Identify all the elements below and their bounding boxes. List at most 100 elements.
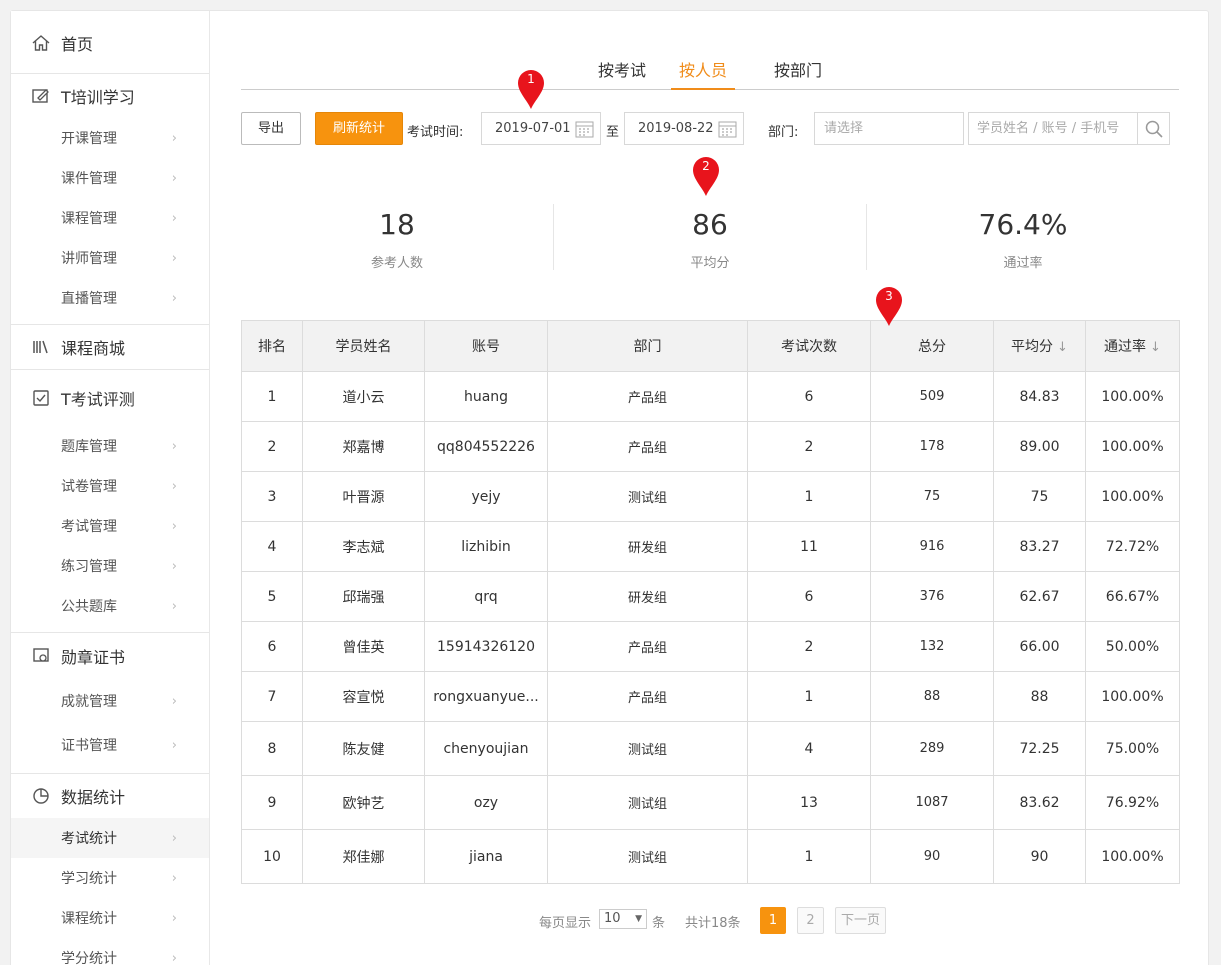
cell-total-score: 289	[870, 721, 994, 776]
column-header-rank: 排名	[241, 320, 303, 372]
cell-exam-count: 2	[747, 421, 871, 472]
sidebar-item-label: 题库管理	[61, 439, 117, 455]
cell-account: chenyoujian	[424, 721, 548, 776]
chevron-right-icon: ›	[171, 478, 177, 494]
sort-down-icon: ↓	[1057, 340, 1068, 355]
table-row: 8 陈友健 chenyoujian 测试组 4 289 72.25 75.00%	[241, 721, 1180, 776]
chevron-right-icon: ›	[171, 438, 177, 454]
cell-department: 研发组	[547, 521, 748, 572]
cell-department: 产品组	[547, 371, 748, 422]
cell-pass-rate: 75.00%	[1085, 721, 1180, 776]
page-size-select[interactable]: 10 ▼	[599, 909, 647, 929]
cell-name: 郑佳娜	[302, 829, 425, 884]
end-date-field[interactable]: 2019-08-22	[624, 112, 744, 145]
refresh-stats-button[interactable]: 刷新统计	[315, 112, 403, 145]
sidebar-item[interactable]: 课程管理 ›	[11, 198, 209, 238]
sidebar-item[interactable]: 考试管理 ›	[11, 506, 209, 546]
cell-pass-rate: 100.00%	[1085, 371, 1180, 422]
start-date-value: 2019-07-01	[495, 121, 571, 136]
column-header-name: 学员姓名	[302, 320, 425, 372]
annotation-marker-2: 2	[690, 155, 722, 197]
department-label: 部门:	[768, 125, 799, 140]
start-date-field[interactable]: 2019-07-01	[481, 112, 601, 145]
department-select[interactable]: 请选择	[814, 112, 964, 145]
to-label: 至	[606, 125, 620, 140]
chevron-right-icon: ›	[171, 518, 177, 534]
sidebar-group-exam: T考试评测 题库管理 › 试卷管理 › 考试管理 › 练习管理 › 公共题库 ›	[11, 370, 209, 633]
sidebar-item[interactable]: 开课管理 ›	[11, 118, 209, 158]
search-icon	[1145, 120, 1163, 138]
sidebar-group-title[interactable]: 课程商城	[11, 325, 209, 369]
sidebar-item[interactable]: 讲师管理 ›	[11, 238, 209, 278]
per-page-label: 每页显示	[539, 916, 592, 931]
stat-participants: 18 参考人数	[241, 206, 553, 271]
sidebar-item[interactable]: 课程统计 ›	[11, 898, 209, 938]
sidebar-item[interactable]: 题库管理 ›	[11, 426, 209, 466]
chevron-right-icon: ›	[171, 598, 177, 614]
page-button-1[interactable]: 1	[760, 907, 786, 934]
sidebar-item-label: 证书管理	[61, 738, 117, 754]
sidebar-item[interactable]: 学分统计 ›	[11, 938, 209, 965]
results-table: 排名 学员姓名 账号 部门 考试次数 总分 平均分 ↓ 通过率 ↓ 1 道小云 huan…	[241, 320, 1180, 884]
cell-total-score: 132	[870, 621, 994, 672]
caret-down-icon: ▼	[635, 914, 642, 924]
sidebar-item-label: 学分统计	[61, 951, 117, 965]
sidebar-item-home[interactable]: 首页	[11, 11, 209, 73]
table-row: 3 叶晋源 yejy 测试组 1 75 75 100.00%	[241, 471, 1180, 522]
cell-average: 66.00	[993, 621, 1086, 672]
column-header-total-score: 总分	[870, 320, 994, 372]
tab-by-department[interactable]: 按部门	[774, 57, 822, 90]
cell-department: 产品组	[547, 621, 748, 672]
sidebar-item-label: 课件管理	[61, 171, 117, 187]
cell-average: 62.67	[993, 571, 1086, 622]
cell-department: 测试组	[547, 471, 748, 522]
sidebar-item[interactable]: 成就管理 ›	[11, 679, 209, 723]
sidebar-item[interactable]: 课件管理 ›	[11, 158, 209, 198]
page-size-value: 10	[604, 911, 621, 926]
next-page-button[interactable]: 下一页	[835, 907, 886, 934]
search-input[interactable]: 学员姓名 / 账号 / 手机号	[968, 112, 1138, 145]
sidebar-item[interactable]: 公共题库 ›	[11, 586, 209, 626]
sidebar-group-title[interactable]: 勋章证书	[11, 633, 209, 679]
cell-pass-rate: 76.92%	[1085, 775, 1180, 830]
cell-average: 89.00	[993, 421, 1086, 472]
stat-value: 18	[379, 208, 415, 241]
sidebar-item[interactable]: 练习管理 ›	[11, 546, 209, 586]
cell-name: 道小云	[302, 371, 425, 422]
tab-by-person[interactable]: 按人员	[671, 57, 735, 90]
cell-name: 陈友健	[302, 721, 425, 776]
column-header-pass-rate[interactable]: 通过率 ↓	[1085, 320, 1180, 372]
export-button[interactable]: 导出	[241, 112, 301, 145]
pagination: 每页显示 10 ▼ 条 共计18条 1 2 下一页	[241, 907, 1179, 935]
column-header-average[interactable]: 平均分 ↓	[993, 320, 1086, 372]
sidebar-group-title[interactable]: 数据统计	[11, 774, 209, 818]
chevron-right-icon: ›	[171, 737, 177, 753]
marker-label: 1	[527, 72, 535, 86]
sidebar-group-mall: 课程商城	[11, 325, 209, 370]
sidebar-item[interactable]: 学习统计 ›	[11, 858, 209, 898]
exam-icon	[33, 390, 49, 406]
sidebar-group-label: 数据统计	[61, 788, 126, 807]
cell-exam-count: 6	[747, 371, 871, 422]
certificate-icon	[33, 648, 49, 662]
exam-time-label: 考试时间:	[407, 125, 464, 140]
sidebar-item-label: 试卷管理	[61, 479, 117, 495]
search-button[interactable]	[1137, 112, 1170, 145]
sidebar-group-title[interactable]: T考试评测	[11, 370, 209, 426]
sidebar-group-title[interactable]: T培训学习	[11, 74, 209, 118]
sidebar-group-label: T考试评测	[61, 390, 135, 409]
sidebar-item-label: 讲师管理	[61, 251, 117, 267]
stat-value: 86	[692, 208, 728, 241]
cell-exam-count: 1	[747, 471, 871, 522]
sidebar-item[interactable]: 直播管理 ›	[11, 278, 209, 318]
sidebar-item[interactable]: 证书管理 ›	[11, 723, 209, 767]
table-row: 2 郑嘉博 qq804552226 产品组 2 178 89.00 100.00%	[241, 421, 1180, 472]
cell-exam-count: 6	[747, 571, 871, 622]
tab-by-exam[interactable]: 按考试	[598, 57, 646, 90]
cell-account: ozy	[424, 775, 548, 830]
page-button-2[interactable]: 2	[797, 907, 824, 934]
cell-account: jiana	[424, 829, 548, 884]
sidebar-item-label: 课程统计	[61, 911, 117, 927]
sidebar-item-exam-stats[interactable]: 考试统计 ›	[11, 818, 209, 858]
sidebar-item[interactable]: 试卷管理 ›	[11, 466, 209, 506]
